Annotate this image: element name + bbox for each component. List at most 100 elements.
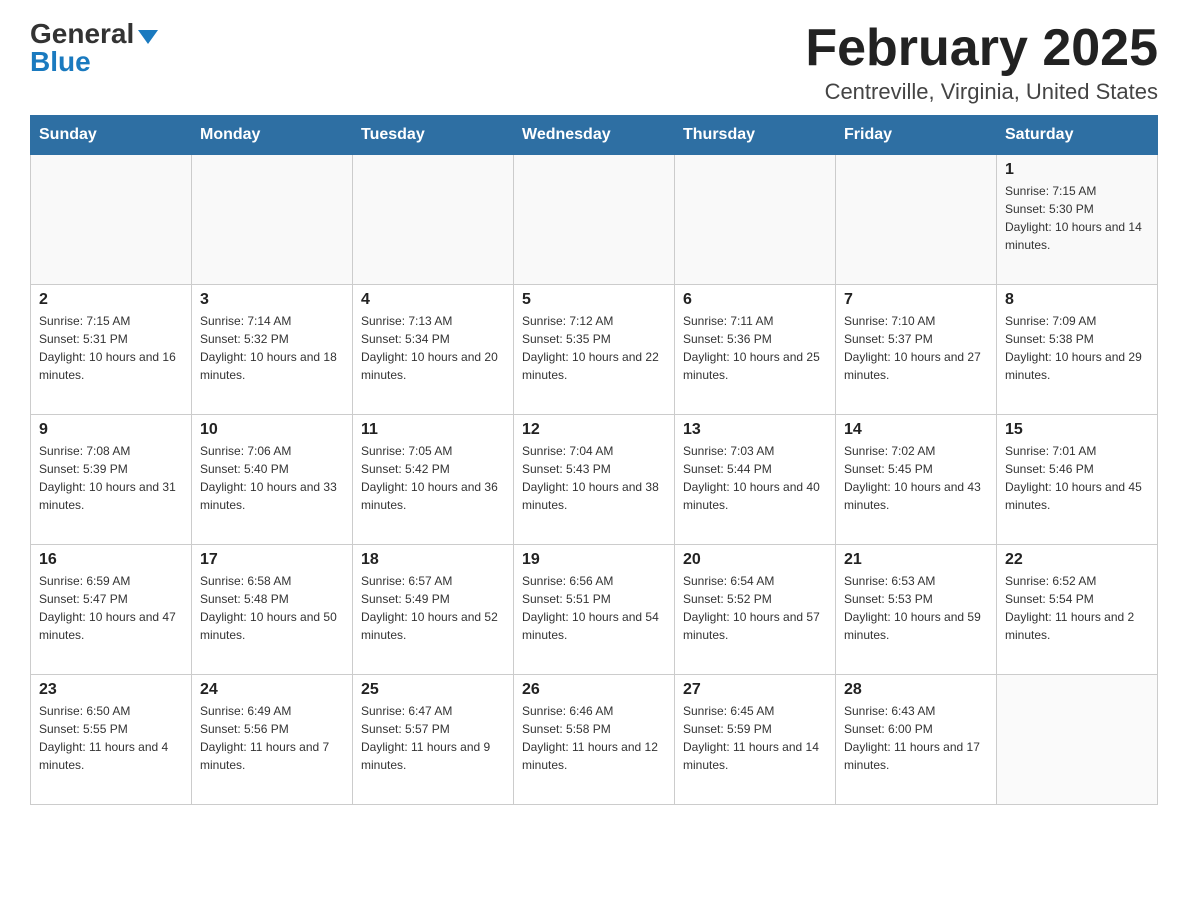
table-row: 25 Sunrise: 6:47 AMSunset: 5:57 PMDayligh…	[353, 675, 514, 805]
day-number: 18	[361, 551, 505, 569]
day-info: Sunrise: 6:49 AMSunset: 5:56 PMDaylight:…	[200, 702, 344, 774]
table-row: 11 Sunrise: 7:05 AMSunset: 5:42 PMDayligh…	[353, 415, 514, 545]
day-number: 2	[39, 291, 183, 309]
logo-general-text: General	[30, 18, 134, 49]
table-row: 9Sunrise: 7:08 AMSunset: 5:39 PMDaylight…	[31, 415, 192, 545]
day-number: 14	[844, 421, 988, 439]
day-number: 1	[1005, 161, 1149, 179]
table-row: 6 Sunrise: 7:11 AMSunset: 5:36 PMDaylight…	[675, 285, 836, 415]
day-info: Sunrise: 7:05 AMSunset: 5:42 PMDaylight:…	[361, 442, 505, 514]
day-number: 17	[200, 551, 344, 569]
day-number: 8	[1005, 291, 1149, 309]
table-row: 22 Sunrise: 6:52 AMSunset: 5:54 PMDayligh…	[997, 545, 1158, 675]
day-number: 4	[361, 291, 505, 309]
day-info: Sunrise: 7:10 AMSunset: 5:37 PMDaylight:…	[844, 312, 988, 384]
table-row: 26 Sunrise: 6:46 AMSunset: 5:58 PMDayligh…	[514, 675, 675, 805]
day-number: 3	[200, 291, 344, 309]
table-row	[514, 155, 675, 285]
day-number: 10	[200, 421, 344, 439]
table-row: 28 Sunrise: 6:43 AMSunset: 6:00 PMDayligh…	[836, 675, 997, 805]
day-info: Sunrise: 6:50 AMSunset: 5:55 PMDaylight:…	[39, 702, 183, 774]
day-number: 5	[522, 291, 666, 309]
calendar-header-row: Sunday Monday Tuesday Wednesday Thursday…	[31, 116, 1158, 155]
day-info: Sunrise: 7:14 AMSunset: 5:32 PMDaylight:…	[200, 312, 344, 384]
day-info: Sunrise: 6:59 AMSunset: 5:47 PMDaylight:…	[39, 572, 183, 644]
day-number: 21	[844, 551, 988, 569]
calendar-week-4: 16 Sunrise: 6:59 AMSunset: 5:47 PMDayligh…	[31, 545, 1158, 675]
day-number: 16	[39, 551, 183, 569]
header-thursday: Thursday	[675, 116, 836, 155]
table-row	[31, 155, 192, 285]
table-row: 21Sunrise: 6:53 AMSunset: 5:53 PMDayligh…	[836, 545, 997, 675]
day-number: 27	[683, 681, 827, 699]
day-info: Sunrise: 7:13 AMSunset: 5:34 PMDaylight:…	[361, 312, 505, 384]
day-info: Sunrise: 6:45 AMSunset: 5:59 PMDaylight:…	[683, 702, 827, 774]
logo-arrow-icon	[138, 30, 158, 44]
header-saturday: Saturday	[997, 116, 1158, 155]
day-info: Sunrise: 7:15 AMSunset: 5:31 PMDaylight:…	[39, 312, 183, 384]
calendar-week-5: 23 Sunrise: 6:50 AMSunset: 5:55 PMDayligh…	[31, 675, 1158, 805]
page-header: General Blue February 2025 Centreville, …	[30, 20, 1158, 105]
day-number: 26	[522, 681, 666, 699]
day-info: Sunrise: 6:43 AMSunset: 6:00 PMDaylight:…	[844, 702, 988, 774]
table-row	[997, 675, 1158, 805]
calendar-week-2: 2 Sunrise: 7:15 AMSunset: 5:31 PMDaylight…	[31, 285, 1158, 415]
table-row: 19Sunrise: 6:56 AMSunset: 5:51 PMDayligh…	[514, 545, 675, 675]
day-info: Sunrise: 6:57 AMSunset: 5:49 PMDaylight:…	[361, 572, 505, 644]
table-row	[192, 155, 353, 285]
table-row: 27 Sunrise: 6:45 AMSunset: 5:59 PMDayligh…	[675, 675, 836, 805]
header-tuesday: Tuesday	[353, 116, 514, 155]
location-label: Centreville, Virginia, United States	[805, 79, 1158, 105]
day-info: Sunrise: 7:04 AMSunset: 5:43 PMDaylight:…	[522, 442, 666, 514]
day-info: Sunrise: 7:08 AMSunset: 5:39 PMDaylight:…	[39, 442, 183, 514]
day-number: 11	[361, 421, 505, 439]
header-sunday: Sunday	[31, 116, 192, 155]
day-number: 25	[361, 681, 505, 699]
day-info: Sunrise: 7:12 AMSunset: 5:35 PMDaylight:…	[522, 312, 666, 384]
day-number: 22	[1005, 551, 1149, 569]
day-info: Sunrise: 7:11 AMSunset: 5:36 PMDaylight:…	[683, 312, 827, 384]
day-number: 12	[522, 421, 666, 439]
calendar-week-1: 1 Sunrise: 7:15 AMSunset: 5:30 PMDaylight…	[31, 155, 1158, 285]
table-row: 16 Sunrise: 6:59 AMSunset: 5:47 PMDayligh…	[31, 545, 192, 675]
table-row	[353, 155, 514, 285]
table-row: 18 Sunrise: 6:57 AMSunset: 5:49 PMDayligh…	[353, 545, 514, 675]
day-info: Sunrise: 6:47 AMSunset: 5:57 PMDaylight:…	[361, 702, 505, 774]
day-info: Sunrise: 6:46 AMSunset: 5:58 PMDaylight:…	[522, 702, 666, 774]
month-title: February 2025	[805, 20, 1158, 77]
day-number: 15	[1005, 421, 1149, 439]
day-info: Sunrise: 7:09 AMSunset: 5:38 PMDaylight:…	[1005, 312, 1149, 384]
day-info: Sunrise: 7:15 AMSunset: 5:30 PMDaylight:…	[1005, 182, 1149, 254]
day-info: Sunrise: 7:01 AMSunset: 5:46 PMDaylight:…	[1005, 442, 1149, 514]
logo-blue-text: Blue	[30, 46, 91, 77]
table-row	[836, 155, 997, 285]
calendar-table: Sunday Monday Tuesday Wednesday Thursday…	[30, 115, 1158, 805]
day-number: 28	[844, 681, 988, 699]
day-number: 20	[683, 551, 827, 569]
day-info: Sunrise: 6:58 AMSunset: 5:48 PMDaylight:…	[200, 572, 344, 644]
table-row: 15 Sunrise: 7:01 AMSunset: 5:46 PMDayligh…	[997, 415, 1158, 545]
day-number: 6	[683, 291, 827, 309]
table-row: 24 Sunrise: 6:49 AMSunset: 5:56 PMDayligh…	[192, 675, 353, 805]
day-info: Sunrise: 7:06 AMSunset: 5:40 PMDaylight:…	[200, 442, 344, 514]
day-number: 7	[844, 291, 988, 309]
day-number: 13	[683, 421, 827, 439]
table-row	[675, 155, 836, 285]
day-info: Sunrise: 6:52 AMSunset: 5:54 PMDaylight:…	[1005, 572, 1149, 644]
table-row: 8 Sunrise: 7:09 AMSunset: 5:38 PMDaylight…	[997, 285, 1158, 415]
header-wednesday: Wednesday	[514, 116, 675, 155]
table-row: 4 Sunrise: 7:13 AMSunset: 5:34 PMDaylight…	[353, 285, 514, 415]
table-row: 13Sunrise: 7:03 AMSunset: 5:44 PMDayligh…	[675, 415, 836, 545]
day-number: 23	[39, 681, 183, 699]
header-friday: Friday	[836, 116, 997, 155]
table-row: 2 Sunrise: 7:15 AMSunset: 5:31 PMDaylight…	[31, 285, 192, 415]
table-row: 5 Sunrise: 7:12 AMSunset: 5:35 PMDaylight…	[514, 285, 675, 415]
table-row: 20Sunrise: 6:54 AMSunset: 5:52 PMDayligh…	[675, 545, 836, 675]
table-row: 12 Sunrise: 7:04 AMSunset: 5:43 PMDayligh…	[514, 415, 675, 545]
table-row: 1 Sunrise: 7:15 AMSunset: 5:30 PMDaylight…	[997, 155, 1158, 285]
day-number: 19	[522, 551, 666, 569]
logo-general-line: General	[30, 20, 158, 48]
table-row: 7 Sunrise: 7:10 AMSunset: 5:37 PMDaylight…	[836, 285, 997, 415]
title-section: February 2025 Centreville, Virginia, Uni…	[805, 20, 1158, 105]
day-number: 24	[200, 681, 344, 699]
